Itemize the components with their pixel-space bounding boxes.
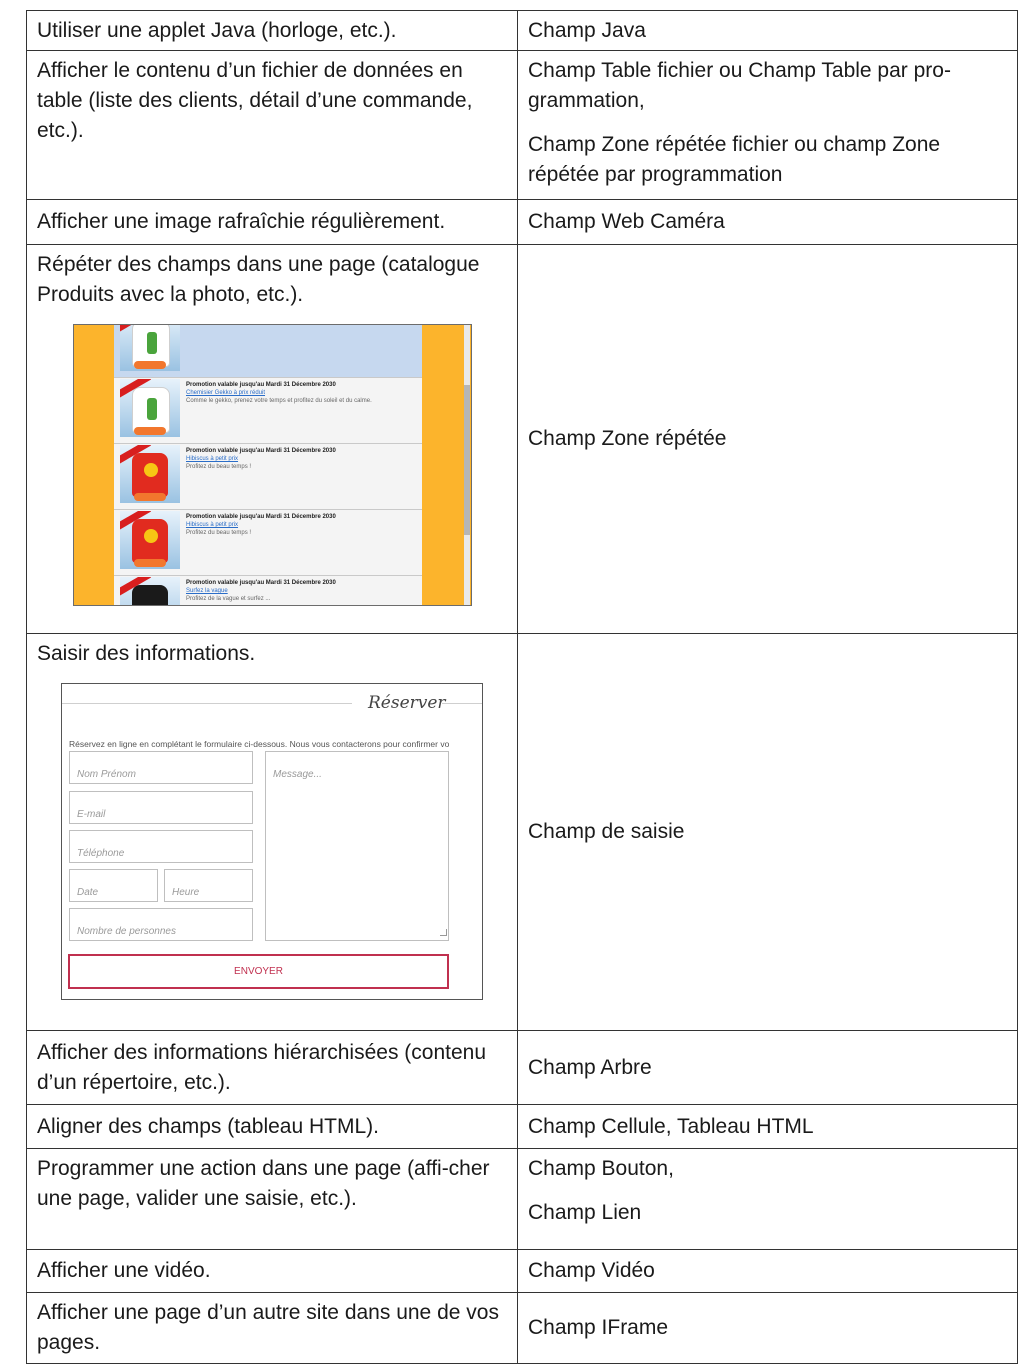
buy-pill-icon[interactable]: [134, 361, 166, 369]
promo-text: Promotion valable jusqu'au Mardi 31 Déce…: [186, 514, 336, 520]
scrollbar-thumb: [464, 385, 470, 535]
catalogue-row[interactable]: Promotion valable jusqu'au Mardi 31 Déce…: [114, 443, 422, 510]
product-text: Promotion valable jusqu'au Mardi 31 Déce…: [186, 381, 416, 405]
message-textarea[interactable]: Message...: [265, 751, 449, 941]
use-cell: Afficher une page d’un autre site dans u…: [26, 1292, 518, 1364]
send-button[interactable]: ENVOYER: [68, 954, 449, 989]
reservation-form-screenshot: Réserver Réservez en ligne en complétant…: [61, 683, 483, 1000]
title-divider-left: [62, 703, 352, 704]
field-cell: Champ Cellule, Tableau HTML: [517, 1104, 1018, 1149]
product-description: Profitez du beau temps !: [186, 464, 252, 470]
product-description: Comme le gekko, prenez votre temps et pr…: [186, 398, 372, 404]
table-row: Utiliser une applet Java (horloge, etc.)…: [26, 10, 1018, 51]
field-cell: Champ Vidéo: [517, 1249, 1018, 1293]
motif-icon: [144, 463, 158, 477]
table-row: Afficher une vidéo. Champ Vidéo: [26, 1249, 1018, 1293]
name-input[interactable]: Nom Prénom: [69, 751, 253, 784]
table-row: Programmer une action dans une page (aff…: [26, 1148, 1018, 1250]
resize-grip-icon[interactable]: [440, 929, 447, 936]
product-link[interactable]: Hibiscus à petit prix: [186, 521, 416, 529]
product-description: Profitez du beau temps !: [186, 530, 252, 536]
phone-input[interactable]: Téléphone: [69, 830, 253, 863]
use-cell: Saisir des informations. Réserver Réserv…: [26, 633, 518, 1031]
product-description: Profitez de la vague et surfez ...: [186, 596, 271, 602]
field-cell: Champ IFrame: [517, 1292, 1018, 1364]
fields-table: Utiliser une applet Java (horloge, etc.)…: [26, 10, 1018, 1364]
promo-text: Promotion valable jusqu'au Mardi 31 Déce…: [186, 580, 336, 586]
product-photo: [120, 445, 180, 503]
shirt-icon: [132, 585, 168, 605]
field-cell: Champ de saisie: [517, 633, 1018, 1031]
motif-icon: [147, 398, 157, 420]
catalogue-screenshot: Comme le gekko, prenez votre temps et pr…: [73, 324, 472, 606]
product-text: Promotion valable jusqu'au Mardi 31 Déce…: [186, 513, 416, 537]
product-text: Promotion valable jusqu'au Mardi 31 Déce…: [186, 447, 416, 471]
product-link[interactable]: Hibiscus à petit prix: [186, 455, 416, 463]
table-row: Afficher des informations hiérarchisées …: [26, 1030, 1018, 1105]
people-input[interactable]: Nombre de personnes: [69, 908, 253, 941]
product-link[interactable]: Surfez la vague: [186, 587, 416, 595]
field-text: Champ Bouton,: [528, 1157, 674, 1180]
product-link[interactable]: Chemisier Gekko à prix réduit: [186, 389, 416, 397]
use-text: Répéter des champs dans une page (catalo…: [37, 253, 480, 306]
shirt-icon: [132, 519, 168, 563]
use-cell: Aligner des champs (tableau HTML).: [26, 1104, 518, 1149]
table-row: Aligner des champs (tableau HTML). Champ…: [26, 1104, 1018, 1149]
title-divider-right: [442, 703, 482, 704]
use-text: Saisir des informations.: [37, 642, 256, 665]
field-cell: Champ Zone répétée: [517, 244, 1018, 634]
use-cell: Afficher des informations hiérarchisées …: [26, 1030, 518, 1105]
catalogue-row[interactable]: Promotion valable jusqu'au Mardi 31 Déce…: [114, 377, 422, 444]
time-input[interactable]: Heure: [164, 869, 253, 902]
use-cell: Afficher une vidéo.: [26, 1249, 518, 1293]
field-text-2: Champ Zone répétée fichier ou champ Zone…: [528, 133, 941, 186]
field-cell: Champ Table fichier ou Champ Table par p…: [517, 50, 1018, 200]
field-text: Champ Table fichier ou Champ Table par p…: [528, 59, 951, 112]
motif-icon: [144, 529, 158, 543]
catalogue-list: Comme le gekko, prenez votre temps et pr…: [114, 325, 422, 605]
email-input[interactable]: E-mail: [69, 791, 253, 824]
product-photo: [120, 325, 180, 371]
table-row: Afficher une page d’un autre site dans u…: [26, 1292, 1018, 1364]
motif-icon: [147, 332, 157, 354]
shirt-icon: [132, 453, 168, 497]
product-text: Promotion valable jusqu'au Mardi 31 Déce…: [186, 579, 416, 603]
promo-text: Promotion valable jusqu'au Mardi 31 Déce…: [186, 448, 336, 454]
use-cell: Programmer une action dans une page (aff…: [26, 1148, 518, 1250]
use-cell: Afficher une image rafraîchie régulièrem…: [26, 199, 518, 245]
promo-text: Promotion valable jusqu'au Mardi 31 Déce…: [186, 382, 336, 388]
product-photo: [120, 577, 180, 605]
field-cell: Champ Bouton, Champ Lien: [517, 1148, 1018, 1250]
buy-pill-icon[interactable]: [134, 427, 166, 435]
table-row: Afficher le contenu d’un fichier de donn…: [26, 50, 1018, 200]
buy-pill-icon[interactable]: [134, 559, 166, 567]
use-cell: Utiliser une applet Java (horloge, etc.)…: [26, 10, 518, 51]
buy-pill-icon[interactable]: [134, 493, 166, 501]
catalogue-row[interactable]: Promotion valable jusqu'au Mardi 31 Déce…: [114, 509, 422, 576]
catalogue-row[interactable]: Promotion valable jusqu'au Mardi 31 Déce…: [114, 575, 422, 605]
catalogue-row[interactable]: Comme le gekko, prenez votre temps et pr…: [114, 325, 422, 378]
table-row: Répéter des champs dans une page (catalo…: [26, 244, 1018, 634]
table-row: Afficher une image rafraîchie régulièrem…: [26, 199, 1018, 245]
date-input[interactable]: Date: [69, 869, 158, 902]
use-cell: Répéter des champs dans une page (catalo…: [26, 244, 518, 634]
field-cell: Champ Arbre: [517, 1030, 1018, 1105]
product-photo: [120, 511, 180, 569]
field-cell: Champ Web Caméra: [517, 199, 1018, 245]
field-text-2: Champ Lien: [528, 1201, 642, 1224]
product-photo: [120, 379, 180, 437]
table-row: Saisir des informations. Réserver Réserv…: [26, 633, 1018, 1031]
form-title: Réserver: [368, 693, 446, 713]
use-cell: Afficher le contenu d’un fichier de donn…: [26, 50, 518, 200]
field-cell: Champ Java: [517, 10, 1018, 51]
